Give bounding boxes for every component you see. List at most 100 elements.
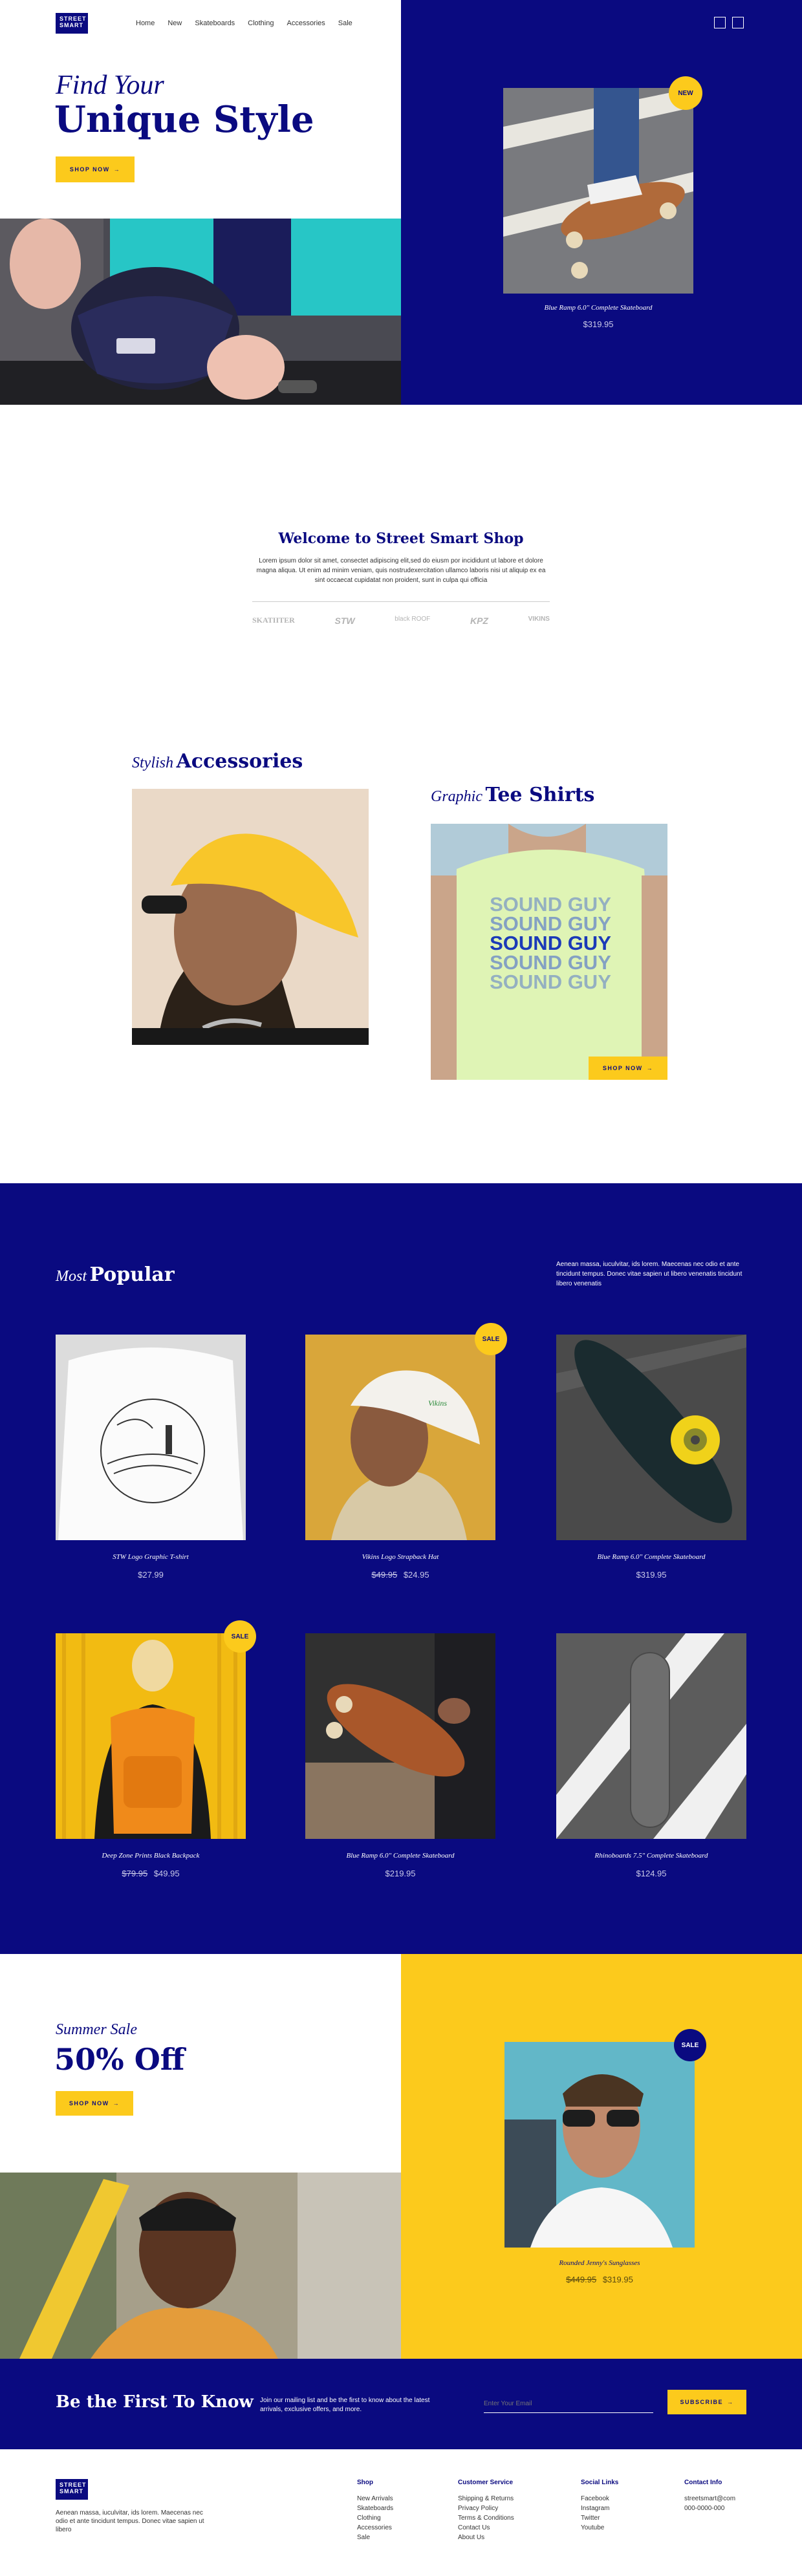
tees-shop-now-button[interactable]: SHOP NOW → — [589, 1057, 667, 1080]
footer-logo[interactable]: STREET SMART — [56, 2479, 88, 2500]
product-price: $319.95 — [556, 1570, 746, 1580]
footer-link[interactable]: Instagram — [581, 2504, 618, 2513]
footer-link[interactable]: Twitter — [581, 2513, 618, 2523]
footer-link[interactable]: Youtube — [581, 2523, 618, 2533]
tees-heading[interactable]: Graphic Tee Shirts — [431, 784, 594, 806]
footer-link[interactable]: Sale — [357, 2533, 393, 2542]
nav-new[interactable]: New — [168, 19, 182, 27]
newsletter-email-input[interactable] — [484, 2395, 653, 2413]
svg-text:Vikins: Vikins — [428, 1399, 447, 1408]
accessories-image[interactable] — [132, 789, 369, 1045]
product-price-value: $27.99 — [138, 1570, 164, 1580]
footer-link[interactable]: New Arrivals — [357, 2494, 393, 2504]
cart-icon[interactable] — [732, 17, 744, 28]
footer-about: Aenean massa, iuculvitar, ids lorem. Mae… — [56, 2509, 204, 2533]
promo-old-price: $449.95 — [566, 2275, 597, 2284]
footer-contact-phone[interactable]: 000-0000-000 — [684, 2504, 735, 2513]
footer-col-contact: Contact Info streetsmart@com 000-0000-00… — [684, 2478, 735, 2513]
tees-title: Tee Shirts — [485, 784, 595, 806]
promo-product-name[interactable]: Rounded Jenny's Sunglasses — [504, 2259, 695, 2267]
main-nav: Home New Skateboards Clothing Accessorie… — [136, 19, 365, 27]
hero-shop-now-button[interactable]: SHOP NOW → — [56, 156, 135, 182]
footer-col-shop: Shop New Arrivals Skateboards Clothing A… — [357, 2478, 393, 2542]
tees-cta-label: SHOP NOW — [602, 1065, 643, 1071]
welcome-body: Lorem ipsum dolor sit amet, consectet ad… — [256, 557, 546, 584]
tees-kicker: Graphic — [431, 788, 482, 805]
popular-heading: Most Popular — [56, 1263, 175, 1286]
footer-link[interactable]: Terms & Conditions — [458, 2513, 514, 2523]
footer-col-title: Customer Service — [458, 2479, 514, 2486]
footer-link[interactable]: Contact Us — [458, 2523, 514, 2533]
product-name[interactable]: Deep Zone Prints Black Backpack — [56, 1852, 246, 1860]
tee-print-line-4: SOUND GUY — [490, 951, 611, 974]
product-image-blue-ramp-skateboard-2[interactable] — [305, 1633, 495, 1839]
arrow-right-icon: → — [727, 2399, 734, 2405]
product-image-backpack[interactable] — [56, 1633, 246, 1839]
nav-accessories[interactable]: Accessories — [287, 19, 325, 27]
subscribe-label: SUBSCRIBE — [680, 2399, 723, 2405]
newsletter-subscribe-button[interactable]: SUBSCRIBE → — [667, 2390, 746, 2414]
sale-badge: SALE — [224, 1620, 256, 1653]
product-old-price: $79.95 — [122, 1869, 148, 1878]
hero-product-image[interactable] — [503, 88, 693, 294]
promo-lifestyle-image — [0, 2173, 401, 2359]
brand-logo-2: STW — [334, 616, 355, 626]
tee-print-line-3: SOUND GUY — [490, 932, 611, 954]
product-name[interactable]: STW Logo Graphic T-shirt — [56, 1553, 246, 1561]
product-price-value: $319.95 — [636, 1570, 667, 1580]
promo-price-value: $319.95 — [602, 2275, 633, 2284]
account-icon[interactable] — [714, 17, 726, 28]
product-price-value: $219.95 — [385, 1869, 416, 1878]
nav-sale[interactable]: Sale — [338, 19, 352, 27]
accessories-title: Accessories — [176, 750, 303, 773]
logo-line-2: SMART — [60, 22, 83, 28]
welcome-divider — [252, 601, 550, 602]
product-name[interactable]: Blue Ramp 6.0" Complete Skateboard — [305, 1852, 495, 1860]
footer-link[interactable]: Skateboards — [357, 2504, 393, 2513]
product-image-rhinoboards-skateboard[interactable] — [556, 1633, 746, 1839]
footer-link[interactable]: Facebook — [581, 2494, 618, 2504]
hero-product-name[interactable]: Blue Ramp 6.0" Complete Skateboard — [503, 304, 693, 312]
product-name[interactable]: Blue Ramp 6.0" Complete Skateboard — [556, 1553, 746, 1561]
promo-product-price: $449.95 $319.95 — [504, 2275, 695, 2284]
nav-home[interactable]: Home — [136, 19, 155, 27]
footer-link[interactable]: Privacy Policy — [458, 2504, 514, 2513]
brand-logo-4: KPZ — [470, 616, 488, 626]
hero-product-price: $319.95 — [583, 319, 614, 329]
tee-print-graphic: SOUND GUY SOUND GUY SOUND GUY SOUND GUY … — [470, 894, 631, 993]
footer-col-title: Shop — [357, 2479, 373, 2486]
new-badge: NEW — [669, 76, 702, 110]
accessories-heading[interactable]: Stylish Accessories — [132, 750, 303, 773]
product-old-price: $49.95 — [371, 1570, 398, 1580]
nav-skateboards[interactable]: Skateboards — [195, 19, 235, 27]
logo-line-1: STREET — [60, 2482, 87, 2488]
accessories-kicker: Stylish — [132, 755, 173, 771]
footer-link[interactable]: Shipping & Returns — [458, 2494, 514, 2504]
footer-col-service: Customer Service Shipping & Returns Priv… — [458, 2478, 514, 2542]
product-price: $219.95 — [305, 1869, 495, 1878]
arrow-right-icon: → — [646, 1065, 654, 1071]
product-price: $79.95 $49.95 — [56, 1869, 246, 1878]
product-name[interactable]: Rhinoboards 7.5" Complete Skateboard — [556, 1852, 746, 1860]
logo-line-1: STREET — [60, 16, 87, 22]
product-image-stw-tshirt[interactable] — [56, 1335, 246, 1540]
product-image-vikins-hat[interactable]: Vikins — [305, 1335, 495, 1540]
footer-link[interactable]: About Us — [458, 2533, 514, 2542]
footer-contact-email[interactable]: streetsmart@com — [684, 2494, 735, 2504]
sale-badge: SALE — [674, 2029, 706, 2061]
footer-link[interactable]: Clothing — [357, 2513, 393, 2523]
nav-clothing[interactable]: Clothing — [248, 19, 274, 27]
footer-link[interactable]: Accessories — [357, 2523, 393, 2533]
site-logo[interactable]: STREET SMART — [56, 13, 88, 34]
footer-col-title: Social Links — [581, 2479, 619, 2486]
promo-product-image[interactable] — [504, 2042, 695, 2248]
promo-shop-now-button[interactable]: SHOP NOW → — [56, 2091, 133, 2116]
promo-title: 50% Off — [54, 2042, 185, 2077]
product-image-blue-ramp-skateboard[interactable] — [556, 1335, 746, 1540]
product-name[interactable]: Vikins Logo Strapback Hat — [305, 1553, 495, 1561]
tee-print-line-5: SOUND GUY — [490, 971, 611, 993]
popular-title: Popular — [89, 1263, 175, 1286]
brand-logo-5: VIKINS — [528, 616, 550, 623]
tees-image[interactable]: SOUND GUY SOUND GUY SOUND GUY SOUND GUY … — [431, 824, 667, 1080]
brand-logo-1: SKATIITER — [252, 616, 295, 625]
